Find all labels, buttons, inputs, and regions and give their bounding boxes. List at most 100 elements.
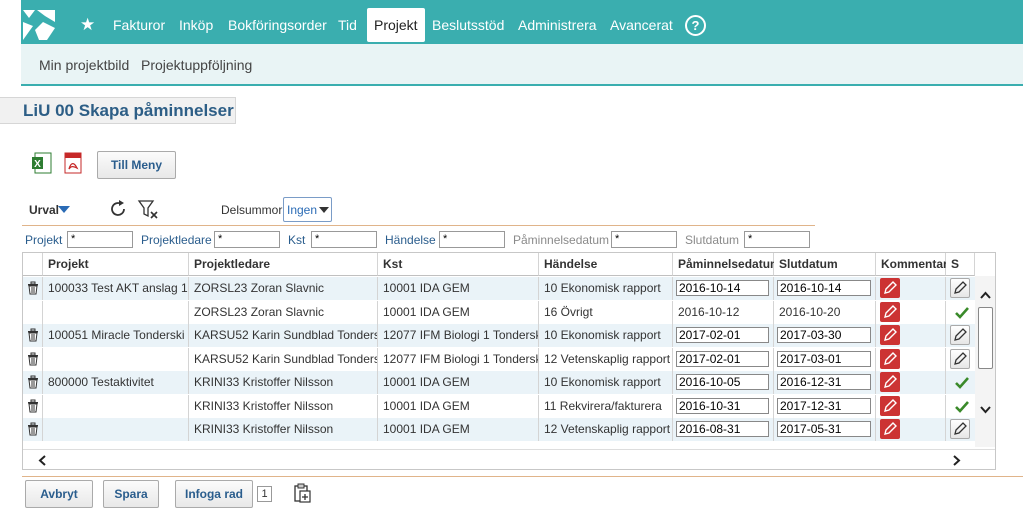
cell-pamminnelsedatum-input[interactable]: 2016-10-14 xyxy=(676,280,769,296)
nav-fakturor[interactable]: Fakturor xyxy=(106,8,172,42)
cell-kommentar xyxy=(876,394,946,418)
cell-pamminnelsedatum-input[interactable]: 2016-10-05 xyxy=(676,374,769,390)
cell-slutdatum-input[interactable]: 2016-12-31 xyxy=(777,374,871,390)
delsummor-select[interactable]: Ingen xyxy=(283,197,332,222)
chevron-down-icon[interactable] xyxy=(980,406,991,414)
cell-kst: 10001 IDA GEM xyxy=(378,300,539,324)
vertical-scrollbar[interactable] xyxy=(975,276,995,447)
filter-label-slutdatum: Slutdatum xyxy=(685,233,740,247)
favorites-star-icon[interactable]: ★ xyxy=(80,8,95,42)
pdf-icon[interactable] xyxy=(62,152,84,174)
trash-icon[interactable] xyxy=(26,328,40,342)
comment-pencil-icon[interactable] xyxy=(880,372,900,392)
paste-icon[interactable] xyxy=(292,483,312,503)
help-icon[interactable]: ? xyxy=(685,15,706,36)
trash-icon[interactable] xyxy=(26,375,40,389)
table-row[interactable]: 800000 Testaktivitet KRINI33 Kristoffer N… xyxy=(23,371,975,394)
nav-inkop[interactable]: Inköp xyxy=(172,8,220,42)
trash-icon[interactable] xyxy=(26,352,40,366)
cell-handelse: 10 Ekonomisk rapport xyxy=(539,324,673,347)
table-row[interactable]: KRINI33 Kristoffer Nilsson 10001 IDA GEM 1… xyxy=(23,394,975,418)
header-pamminnelsedatum[interactable]: Påminnelsedatum xyxy=(673,253,781,276)
table-row[interactable]: ZORSL23 Zoran Slavnic 10001 IDA GEM 16 Övr… xyxy=(23,300,975,324)
table-row[interactable]: 100033 Test AKT anslag 19 ZORSL23 Zoran S… xyxy=(23,277,975,300)
horizontal-scrollbar[interactable] xyxy=(23,449,995,469)
chevron-left-icon[interactable] xyxy=(38,455,46,466)
infoga-rad-button[interactable]: Infoga rad xyxy=(175,480,253,508)
row-action-cell xyxy=(23,418,43,441)
cell-slutdatum-input[interactable]: 2017-03-30 xyxy=(777,327,871,343)
trash-icon[interactable] xyxy=(26,281,40,295)
cell-slutdatum-input[interactable]: 2017-05-31 xyxy=(777,421,871,437)
filter-input-handelse[interactable]: * xyxy=(439,231,505,248)
cell-status xyxy=(946,371,975,394)
nav-avancerat[interactable]: Avancerat xyxy=(603,8,680,42)
comment-pencil-icon[interactable] xyxy=(880,348,900,369)
cell-pamminnelsedatum-input[interactable]: 2016-08-31 xyxy=(676,421,769,437)
header-kommentar[interactable]: Kommentar xyxy=(876,253,948,276)
cell-projekt: 100051 Miracle Tonderski xyxy=(43,324,189,347)
cell-pamminnelsedatum-input[interactable]: 2017-02-01 xyxy=(676,350,769,367)
trash-icon[interactable] xyxy=(26,399,40,413)
filter-input-pamminnelsedatum[interactable]: * xyxy=(611,231,677,248)
cell-projektledare: KRINI33 Kristoffer Nilsson xyxy=(189,418,378,441)
nav-administrera[interactable]: Administrera xyxy=(511,8,604,42)
till-meny-button[interactable]: Till Meny xyxy=(97,151,176,179)
filter-input-projektledare[interactable]: * xyxy=(214,231,280,248)
chevron-right-icon[interactable] xyxy=(953,455,961,466)
chevron-up-icon[interactable] xyxy=(980,291,991,299)
table-row[interactable]: 100051 Miracle Tonderski KARSU52 Karin Su… xyxy=(23,324,975,347)
header-projektledare[interactable]: Projektledare xyxy=(189,253,378,276)
cell-projekt xyxy=(43,418,189,441)
comment-pencil-icon[interactable] xyxy=(880,301,900,322)
subnav-min-projektbild[interactable]: Min projektbild xyxy=(39,57,129,73)
caret-down-icon[interactable] xyxy=(58,206,70,213)
edit-pencil-icon[interactable] xyxy=(950,278,970,298)
cell-kommentar xyxy=(876,324,946,347)
filter-input-slutdatum[interactable]: * xyxy=(744,231,810,248)
row-count-input[interactable]: 1 xyxy=(257,486,272,502)
filter-icon[interactable] xyxy=(137,198,159,220)
trash-icon[interactable] xyxy=(26,422,40,436)
header-kst[interactable]: Kst xyxy=(378,253,539,276)
cell-pamminnelsedatum-input[interactable]: 2017-02-01 xyxy=(676,327,769,343)
nav-tid[interactable]: Tid xyxy=(331,8,364,42)
avbryt-button[interactable]: Avbryt xyxy=(25,480,93,508)
table-row[interactable]: KARSU52 Karin Sundblad Tonderski 12077 IF… xyxy=(23,347,975,371)
filter-input-kst[interactable]: * xyxy=(311,231,377,248)
header-slutdatum[interactable]: Slutdatum xyxy=(774,253,876,276)
comment-pencil-icon[interactable] xyxy=(880,419,900,439)
cell-slutdatum-input[interactable]: 2017-12-31 xyxy=(777,397,871,414)
cell-projekt xyxy=(43,394,189,418)
cell-pamminnelsedatum-input[interactable]: 2016-10-31 xyxy=(676,397,769,414)
urval-dropdown[interactable]: Urval xyxy=(29,203,59,217)
cell-slutdatum: 2016-12-31 xyxy=(774,371,876,394)
comment-pencil-icon[interactable] xyxy=(880,278,900,298)
filter-label-projekt: Projekt xyxy=(25,233,63,247)
cell-status xyxy=(946,395,975,418)
filter-input-projekt[interactable]: * xyxy=(67,231,133,248)
nav-bokforingsorder[interactable]: Bokföringsorder xyxy=(221,8,334,42)
cell-kommentar xyxy=(876,418,946,441)
header-status[interactable]: S xyxy=(946,253,975,276)
cell-slutdatum-input[interactable]: 2016-10-14 xyxy=(777,280,871,296)
header-projekt[interactable]: Projekt xyxy=(43,253,189,276)
nav-beslutsstod[interactable]: Beslutsstöd xyxy=(425,8,511,42)
comment-pencil-icon[interactable] xyxy=(880,325,900,345)
comment-pencil-icon[interactable] xyxy=(880,395,900,416)
edit-pencil-icon[interactable] xyxy=(950,419,970,439)
logo-icon[interactable] xyxy=(21,8,57,42)
refresh-icon[interactable] xyxy=(107,198,129,220)
cell-slutdatum-input[interactable]: 2017-03-01 xyxy=(777,350,871,367)
subnav-projektuppfoljning[interactable]: Projektuppföljning xyxy=(141,57,252,73)
edit-pencil-icon[interactable] xyxy=(950,348,970,369)
nav-projekt[interactable]: Projekt xyxy=(367,8,425,42)
spara-button[interactable]: Spara xyxy=(103,480,159,508)
table-row[interactable]: KRINI33 Kristoffer Nilsson 10001 IDA GEM 1… xyxy=(23,418,975,441)
edit-pencil-icon[interactable] xyxy=(950,325,970,345)
vertical-scroll-thumb[interactable] xyxy=(978,307,993,369)
header-handelse[interactable]: Händelse xyxy=(539,253,673,276)
cell-projekt xyxy=(43,347,189,371)
excel-icon[interactable]: X xyxy=(31,152,53,174)
row-action-cell xyxy=(23,277,43,300)
